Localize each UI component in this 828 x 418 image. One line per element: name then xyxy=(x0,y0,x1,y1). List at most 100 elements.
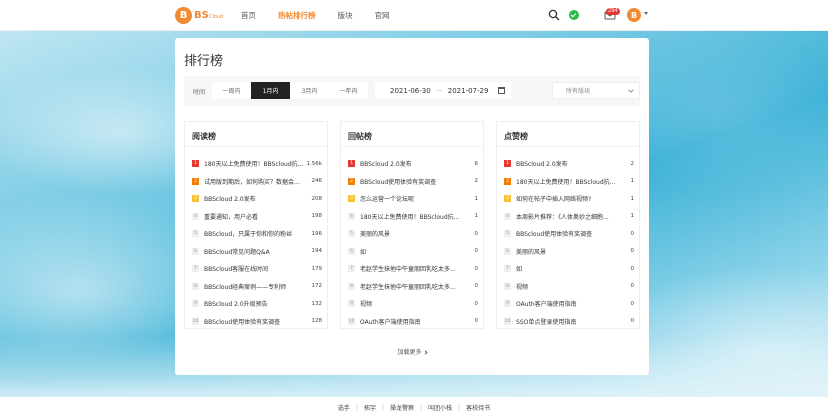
post-title-link[interactable]: 美丽的风景 xyxy=(360,229,472,238)
tab-three-months[interactable]: 3月内 xyxy=(290,82,329,99)
search-icon[interactable] xyxy=(548,9,560,21)
ranking-row[interactable]: 1 180天以上免费使用！BBScloud抗... 1.56k xyxy=(192,155,322,173)
rank-badge: 7 xyxy=(348,265,355,273)
site-logo[interactable]: B BSCloud xyxy=(175,6,223,24)
ranking-row[interactable]: 4 重要通知，用户必看 198 xyxy=(192,208,322,226)
post-title-link[interactable]: 老赵学生抹他中午童朋回乳吃太多... xyxy=(360,264,472,273)
date-end[interactable]: 2021-07-29 xyxy=(448,87,489,95)
ranking-row[interactable]: 10 SSO单点登录使用指南 0 xyxy=(504,313,634,331)
post-title-link[interactable]: BBScloud经典案例——专利师 xyxy=(204,282,309,291)
column-title: 回帖榜 xyxy=(348,132,372,141)
ranking-list: 1 BBScloud 2.0发布 2 2 180天以上免费使用！BBScloud抗...… xyxy=(504,155,634,330)
ranking-row[interactable]: 1 BBScloud 2.0发布 6 xyxy=(348,155,478,173)
chevron-down-icon xyxy=(628,87,634,93)
ranking-row[interactable]: 2 180天以上免费使用！BBScloud抗... 1 xyxy=(504,173,634,191)
ranking-row[interactable]: 6 美丽的风景 0 xyxy=(504,243,634,261)
message-count-badge: 294 xyxy=(606,8,620,15)
ranking-row[interactable]: 6如0 xyxy=(348,243,478,261)
post-title-link[interactable]: OAuth客户端使用指南 xyxy=(360,317,472,326)
ranking-row[interactable]: 8 视频 0 xyxy=(504,278,634,296)
post-title-link[interactable]: BBScloud，只属于你和你的粉丝 xyxy=(204,229,309,238)
ranking-row[interactable]: 5 BBScloud，只属于你和你的粉丝 196 xyxy=(192,225,322,243)
post-count: 1 xyxy=(474,195,479,202)
date-range-picker[interactable]: 2021-06-30 -- 2021-07-29 xyxy=(375,82,511,99)
post-title-link[interactable]: 老赵学生抹他中午童朋回乳吃太多... xyxy=(360,282,472,291)
rank-badge: 1 xyxy=(348,160,355,168)
post-title-link[interactable]: 试用版到期后，如何购买？数据会... xyxy=(204,177,309,186)
post-title-link[interactable]: 180天以上免费使用！BBScloud抗... xyxy=(516,177,628,186)
top-navbar: B BSCloud 首页 热帖排行榜 版块 官网 294 B xyxy=(0,0,828,31)
ranking-row[interactable]: 9 OAuth客户端使用指南 0 xyxy=(504,295,634,313)
date-start[interactable]: 2021-06-30 xyxy=(390,87,431,95)
post-title-link[interactable]: BBScloud使用体验有奖调查 xyxy=(360,177,472,186)
ranking-row[interactable]: 1 BBScloud 2.0发布 2 xyxy=(504,155,634,173)
chevron-down-icon[interactable] xyxy=(644,12,648,15)
calendar-icon[interactable] xyxy=(498,87,505,94)
time-filter-label: 时间 xyxy=(193,89,206,96)
post-title-link[interactable]: 视频 xyxy=(516,282,628,291)
ranking-row[interactable]: 9 BBScloud 2.0升级预告 132 xyxy=(192,295,322,313)
tab-one-week[interactable]: 一周内 xyxy=(212,82,251,99)
ranking-column-reads: 阅读榜 1 180天以上免费使用！BBScloud抗... 1.56k 2 试用版到期后… xyxy=(184,121,328,329)
tab-one-month[interactable]: 1月内 xyxy=(251,82,290,99)
ranking-row[interactable]: 3 BBScloud 2.0发布 208 xyxy=(192,190,322,208)
ranking-row[interactable]: 3 如何在帖子中插入网络视频? 1 xyxy=(504,190,634,208)
ranking-row[interactable]: 2 BBScloud使用体验有奖调查 2 xyxy=(348,173,478,191)
post-title-link[interactable]: BBScloud 2.0发布 xyxy=(204,194,309,203)
post-title-link[interactable]: 180天以上免费使用！BBScloud抗... xyxy=(360,212,472,221)
ranking-row[interactable]: 5 美丽的风景 0 xyxy=(348,225,478,243)
post-title-link[interactable]: 如 xyxy=(360,247,472,256)
divider xyxy=(341,146,483,147)
post-title-link[interactable]: OAuth客户端使用指南 xyxy=(516,299,628,308)
ranking-row[interactable]: 9 视频 0 xyxy=(348,295,478,313)
ranking-row[interactable]: 5 BBScloud使用体验有奖调查 0 xyxy=(504,225,634,243)
post-title-link[interactable]: SSO单点登录使用指南 xyxy=(516,317,628,326)
post-title-link[interactable]: BBScloud 2.0发布 xyxy=(516,159,628,168)
ranking-row[interactable]: 6 BBScloud常见问题Q&A 194 xyxy=(192,243,322,261)
post-title-link[interactable]: BBScloud 2.0发布 xyxy=(360,159,472,168)
footer-separator: | xyxy=(381,404,384,411)
post-title-link[interactable]: 本周影片推荐：《人体奥妙之细胞... xyxy=(516,212,628,221)
ranking-row[interactable]: 8 老赵学生抹他中午童朋回乳吃太多... 0 xyxy=(348,278,478,296)
ranking-row[interactable]: 10 BBScloud使用体验有奖调查 128 xyxy=(192,313,322,331)
ranking-row[interactable]: 7 老赵学生抹他中午童朋回乳吃太多... 0 xyxy=(348,260,478,278)
post-title-link[interactable]: 美丽的风景 xyxy=(516,247,628,256)
ranking-row[interactable]: 4 本周影片推荐：《人体奥妙之细胞... 1 xyxy=(504,208,634,226)
nav-boards[interactable]: 版块 xyxy=(338,10,353,21)
post-title-link[interactable]: BBScloud使用体验有奖调查 xyxy=(204,317,309,326)
post-title-link[interactable]: 视频 xyxy=(360,299,472,308)
ranking-row[interactable]: 8 BBScloud经典案例——专利师 172 xyxy=(192,278,322,296)
post-title-link[interactable]: 重要通知，用户必看 xyxy=(204,212,309,221)
post-title-link[interactable]: BBScloud常见问题Q&A xyxy=(204,247,309,256)
rank-badge: 5 xyxy=(192,230,199,238)
footer-link[interactable]: 客校待书 xyxy=(466,403,490,412)
post-title-link[interactable]: BBScloud客服在线时间 xyxy=(204,264,309,273)
post-title-link[interactable]: BBScloud使用体验有奖调查 xyxy=(516,229,628,238)
post-title-link[interactable]: 180天以上免费使用！BBScloud抗... xyxy=(204,159,304,168)
footer-link[interactable]: 选手 xyxy=(338,403,350,412)
ranking-row[interactable]: 3 怎么运营一个论坛呢 1 xyxy=(348,190,478,208)
nav-official-site[interactable]: 官网 xyxy=(375,10,390,21)
nav-rankings[interactable]: 热帖排行榜 xyxy=(278,10,316,21)
footer-link[interactable]: 叫团小栈 xyxy=(428,403,452,412)
status-check-icon[interactable] xyxy=(569,10,579,20)
ranking-row[interactable]: 2 试用版到期后，如何购买？数据会... 246 xyxy=(192,173,322,191)
post-title-link[interactable]: 怎么运营一个论坛呢 xyxy=(360,194,472,203)
ranking-row[interactable]: 7 BBScloud客服在线时间 179 xyxy=(192,260,322,278)
board-select[interactable]: 所有版块 xyxy=(552,82,640,99)
ranking-row[interactable]: 4 180天以上免费使用！BBScloud抗... 1 xyxy=(348,208,478,226)
footer-link[interactable]: 操龙警察 xyxy=(390,403,414,412)
load-more-button[interactable]: 加载更多 xyxy=(175,347,649,356)
post-count: 0 xyxy=(630,300,635,307)
nav-home[interactable]: 首页 xyxy=(241,10,256,21)
post-title-link[interactable]: BBScloud 2.0升级预告 xyxy=(204,299,309,308)
post-count: 1.56k xyxy=(306,160,322,167)
tab-one-year[interactable]: 一年内 xyxy=(329,82,368,99)
post-count: 196 xyxy=(311,230,323,237)
user-avatar[interactable]: B xyxy=(627,8,641,22)
post-title-link[interactable]: 如何在帖子中插入网络视频? xyxy=(516,194,628,203)
footer-link[interactable]: 拓宇 xyxy=(364,403,376,412)
post-title-link[interactable]: 如 xyxy=(516,264,628,273)
ranking-row[interactable]: 10 OAuth客户端使用指南 0 xyxy=(348,313,478,331)
ranking-row[interactable]: 7如0 xyxy=(504,260,634,278)
